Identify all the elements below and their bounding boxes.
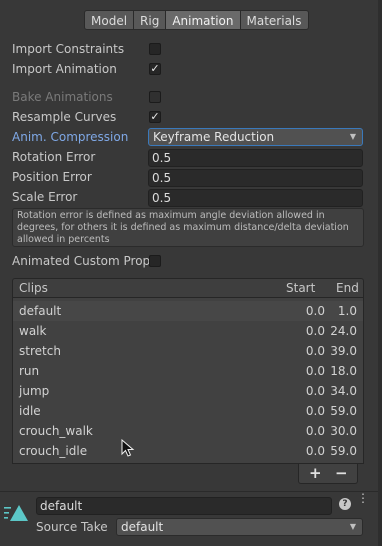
clip-row-walk[interactable]: walk 0.0 24.0	[13, 321, 363, 341]
bake-animations-checkbox	[149, 91, 161, 103]
clip-name: crouch_idle	[19, 444, 88, 458]
resample-curves-checkbox[interactable]: ✓	[149, 111, 161, 123]
clip-add-remove-footer: + −	[298, 464, 358, 484]
clips-list: default 0.0 1.0 walk 0.0 24.0 stretch 0.…	[12, 298, 364, 464]
resample-curves-label: Resample Curves	[12, 110, 117, 124]
scale-error-label: Scale Error	[12, 190, 78, 204]
clip-row-crouch-walk[interactable]: crouch_walk 0.0 30.0	[13, 421, 363, 441]
source-take-dropdown[interactable]: default ▼	[116, 518, 363, 536]
clip-end: 34.0	[330, 384, 357, 398]
clip-name: stretch	[19, 344, 61, 358]
tab-rig[interactable]: Rig	[133, 10, 167, 30]
clip-end: 59.0	[330, 444, 357, 458]
section-divider	[0, 491, 382, 492]
tab-model[interactable]: Model	[84, 10, 135, 30]
clip-row-jump[interactable]: jump 0.0 34.0	[13, 381, 363, 401]
import-constraints-checkbox[interactable]	[149, 43, 161, 55]
clip-row-run[interactable]: run 0.0 18.0	[13, 361, 363, 381]
clip-name: idle	[19, 404, 41, 418]
animation-clip-icon	[4, 505, 28, 521]
clip-row-crouch-idle[interactable]: crouch_idle 0.0 59.0	[13, 441, 363, 461]
add-clip-button[interactable]: +	[309, 464, 322, 482]
anim-compression-dropdown[interactable]: Keyframe Reduction ▼	[148, 128, 363, 146]
anim-compression-value: Keyframe Reduction	[153, 130, 275, 144]
clip-row-default[interactable]: default 0.0 1.0	[13, 301, 363, 321]
remove-clip-button[interactable]: −	[335, 464, 348, 482]
source-take-label: Source Take	[36, 520, 108, 534]
rotation-error-label: Rotation Error	[12, 150, 96, 164]
clip-row-idle[interactable]: idle 0.0 59.0	[13, 401, 363, 421]
import-animation-label: Import Animation	[12, 62, 117, 76]
clip-name: walk	[19, 324, 47, 338]
source-take-value: default	[121, 520, 164, 534]
rotation-error-field[interactable]: 0.5	[148, 149, 363, 167]
compression-help-box: Rotation error is defined as maximum ang…	[12, 208, 364, 247]
position-error-field[interactable]: 0.5	[148, 169, 363, 187]
clip-end: 59.0	[330, 404, 357, 418]
clip-end: 18.0	[330, 364, 357, 378]
import-settings-tabs: Model Rig Animation Materials	[84, 10, 309, 30]
clip-end: 24.0	[330, 324, 357, 338]
inspector-scrollbar-edge	[378, 0, 382, 546]
import-constraints-label: Import Constraints	[12, 42, 125, 56]
clips-column-header: Clips	[19, 281, 48, 295]
animated-custom-props-label: Animated Custom Prope	[12, 254, 158, 268]
chevron-down-icon: ▼	[349, 132, 356, 141]
chevron-down-icon: ▼	[349, 522, 356, 531]
clip-end: 39.0	[330, 344, 357, 358]
scale-error-field[interactable]: 0.5	[148, 189, 363, 207]
mouse-cursor-icon	[121, 439, 135, 457]
clip-name: jump	[19, 384, 50, 398]
anim-compression-label: Anim. Compression	[12, 130, 129, 144]
clip-name: crouch_walk	[19, 424, 93, 438]
tab-materials[interactable]: Materials	[239, 10, 309, 30]
tab-animation[interactable]: Animation	[165, 10, 241, 30]
bake-animations-label: Bake Animations	[12, 90, 113, 104]
clips-list-header: Clips Start End	[12, 278, 364, 298]
import-animation-checkbox[interactable]: ✓	[149, 63, 161, 75]
animated-custom-props-checkbox[interactable]	[149, 255, 161, 267]
clip-name-field[interactable]: default	[36, 497, 332, 515]
clip-end: 1.0	[337, 304, 357, 318]
help-icon[interactable]: ?	[339, 498, 351, 510]
position-error-label: Position Error	[12, 170, 92, 184]
end-column-header: End	[336, 281, 359, 295]
start-column-header: Start	[286, 281, 316, 295]
clip-row-stretch[interactable]: stretch 0.0 39.0	[13, 341, 363, 361]
clip-end: 30.0	[330, 424, 357, 438]
more-options-icon[interactable]: ⋮	[357, 492, 369, 504]
clip-name: run	[19, 364, 40, 378]
clip-name: default	[19, 304, 62, 318]
